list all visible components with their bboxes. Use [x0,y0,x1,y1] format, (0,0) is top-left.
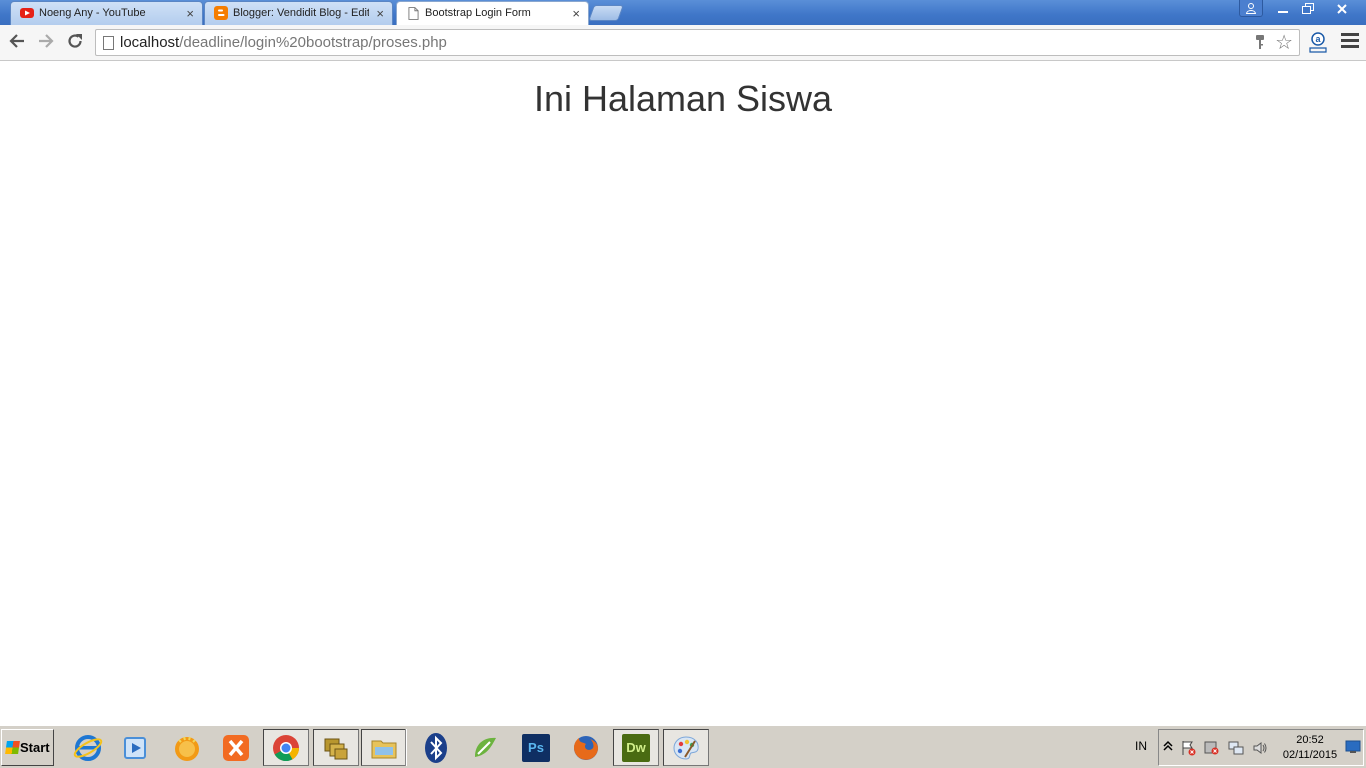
start-button[interactable]: Start [1,729,54,766]
chrome-icon[interactable] [263,729,309,766]
bluetooth-icon[interactable] [413,729,459,766]
browser-toolbar: localhost/deadline/login%20bootstrap/pro… [0,25,1366,61]
start-label: Start [20,740,50,755]
tab-close-button[interactable]: × [186,2,194,25]
action-center-flag-icon[interactable] [1181,740,1197,756]
clock-time: 20:52 [1296,734,1324,746]
tab-close-button[interactable]: × [572,2,580,25]
url-text[interactable]: localhost/deadline/login%20bootstrap/pro… [120,30,447,56]
system-clock[interactable]: 20:52 02/11/2015 [1280,733,1340,763]
paint-icon[interactable] [663,729,709,766]
page-icon [408,7,419,20]
chevron-up-icon[interactable] [1160,740,1176,756]
language-indicator[interactable]: IN [1135,739,1147,753]
media-player-icon[interactable] [113,729,159,766]
tab-blogger[interactable]: Blogger: Vendidit Blog - Edit e × [204,1,393,25]
coreldraw-icon[interactable] [462,729,508,766]
clock-date: 02/11/2015 [1282,749,1338,761]
file-manager-icon[interactable] [313,729,359,766]
key-icon[interactable] [1255,34,1265,54]
new-tab-button[interactable] [588,5,624,21]
firefox-icon[interactable] [563,729,609,766]
url-path: /deadline/login%20bootstrap/proses.php [179,34,447,51]
tab-title: Noeng Any - YouTube [39,7,146,19]
back-button[interactable] [7,32,27,52]
url-host: localhost [120,34,180,51]
security-alert-icon[interactable] [1204,740,1220,756]
tab-title: Bootstrap Login Form [425,7,531,19]
network-icon[interactable] [1228,740,1244,756]
page-icon [103,36,114,50]
tab-youtube[interactable]: Noeng Any - YouTube × [10,1,203,25]
tab-close-button[interactable]: × [376,2,384,25]
photoshop-icon[interactable]: Ps [513,729,559,766]
browser-titlebar: Noeng Any - YouTube × Blogger: Vendidit … [0,0,1366,26]
amazon-extension-icon[interactable]: a [1308,31,1328,53]
volume-icon[interactable] [1252,740,1268,756]
windows-logo-icon [5,741,20,754]
bookmark-star-icon[interactable]: ☆ [1275,31,1293,55]
blogger-icon [214,6,228,20]
os-taskbar: Start Ps Dw IN 20:52 02/11/2015 [0,725,1366,768]
back-arrow-icon [9,34,24,48]
taskbar-separator [405,729,407,766]
winamp-icon[interactable] [164,729,210,766]
dreamweaver-icon[interactable]: Dw [613,729,659,766]
explorer-folder-icon[interactable] [361,729,407,766]
user-icon[interactable] [1239,0,1263,17]
youtube-icon [20,8,34,18]
reload-button[interactable] [65,32,85,52]
forward-button[interactable] [36,32,56,52]
show-desktop-icon[interactable] [1345,740,1361,756]
internet-explorer-icon[interactable] [65,729,111,766]
reload-icon [68,34,82,48]
forward-arrow-icon [39,34,54,48]
menu-icon[interactable] [1341,33,1359,51]
restore-icon[interactable] [1295,0,1320,17]
page-title: Ini Halaman Siswa [533,78,833,119]
address-bar[interactable]: localhost/deadline/login%20bootstrap/pro… [95,29,1300,56]
tab-title: Blogger: Vendidit Blog - Edit e [233,7,369,19]
close-icon[interactable] [1320,0,1364,17]
minimize-icon[interactable] [1270,0,1295,17]
tab-bootstrap-login[interactable]: Bootstrap Login Form × [396,1,589,26]
xampp-icon[interactable] [213,729,259,766]
